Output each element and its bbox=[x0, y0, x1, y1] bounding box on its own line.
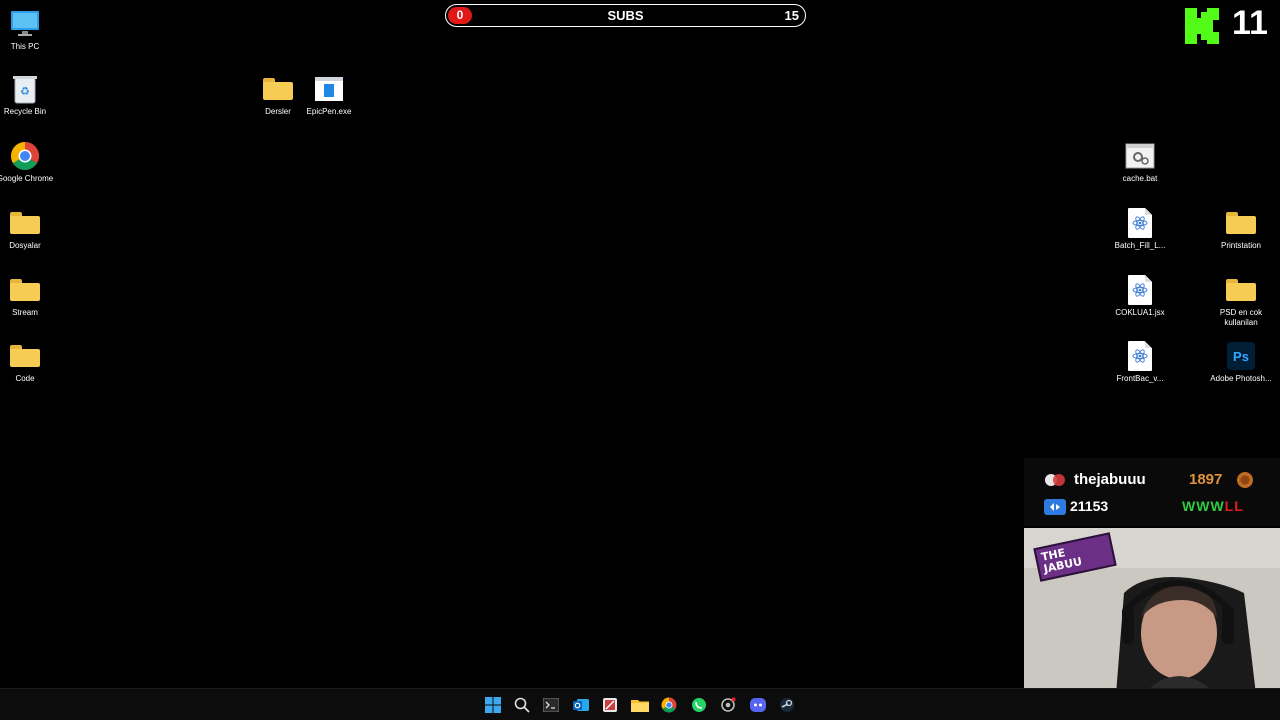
folder-icon bbox=[1225, 274, 1257, 306]
stream-stats-widget: thejabuuu 1897 21153 WWWLL bbox=[1024, 458, 1280, 526]
outlook-icon[interactable] bbox=[571, 695, 591, 715]
file-explorer-icon[interactable] bbox=[630, 695, 650, 715]
desktop-icon-label: cache.bat bbox=[1122, 174, 1158, 183]
avatar-icon bbox=[1045, 474, 1065, 486]
epicpen-icon bbox=[313, 73, 345, 105]
desktop-icon-stream[interactable]: Stream bbox=[0, 274, 58, 318]
desktop-icon-label: Printstation bbox=[1220, 241, 1262, 250]
desktop-icon-cache-bat[interactable]: cache.bat bbox=[1107, 140, 1173, 184]
stream-points: 1897 bbox=[1189, 471, 1223, 488]
script-file-icon bbox=[1124, 207, 1156, 239]
desktop-icon-label: PSD en cok kullanilan bbox=[1219, 308, 1263, 327]
desktop-icon-label: COKLUA1.jsx bbox=[1115, 308, 1165, 317]
photoshop-icon: Ps bbox=[1225, 340, 1257, 372]
desktop-icon-code[interactable]: Code bbox=[0, 340, 58, 384]
chrome-icon[interactable] bbox=[659, 695, 679, 715]
desktop-icon-label: Batch_Fill_L... bbox=[1114, 241, 1166, 250]
chrome-icon bbox=[9, 140, 41, 172]
batch-file-icon bbox=[1124, 140, 1156, 172]
desktop-icon-adobe-photoshop[interactable]: Ps Adobe Photosh... bbox=[1208, 340, 1274, 384]
folder-icon bbox=[9, 274, 41, 306]
desktop-icon-label: FrontBac_v... bbox=[1116, 374, 1164, 383]
desktop-icon-printstation[interactable]: Printstation bbox=[1208, 207, 1274, 251]
subs-goal-bar: 0 SUBS 15 bbox=[445, 4, 806, 27]
folder-icon bbox=[9, 340, 41, 372]
points-icon bbox=[1237, 472, 1253, 488]
desktop-icon-label: Google Chrome bbox=[0, 174, 54, 183]
loss-mark: L bbox=[1234, 498, 1244, 514]
search-icon[interactable] bbox=[512, 695, 532, 715]
folder-icon bbox=[9, 207, 41, 239]
discord-icon[interactable] bbox=[748, 695, 768, 715]
desktop-icon-label: Stream bbox=[12, 308, 38, 317]
stream-win-loss-record: WWWLL bbox=[1182, 498, 1244, 514]
desktop-icon-frontbac[interactable]: FrontBac_v... bbox=[1107, 340, 1173, 384]
folder-icon bbox=[262, 73, 294, 105]
terminal-icon[interactable] bbox=[541, 695, 561, 715]
desktop-icon-batch-fill[interactable]: Batch_Fill_L... bbox=[1107, 207, 1173, 251]
svg-text:Ps: Ps bbox=[1233, 349, 1249, 364]
svg-text:♻: ♻ bbox=[20, 85, 30, 98]
desktop-icon-psd-en-cok[interactable]: PSD en cok kullanilan bbox=[1208, 274, 1274, 328]
desktop-icon-this-pc[interactable]: This PC bbox=[0, 8, 58, 52]
stream-username: thejabuuu bbox=[1074, 471, 1146, 488]
desktop-icon-label: EpicPen.exe bbox=[306, 107, 352, 116]
desktop-icon-google-chrome[interactable]: Google Chrome bbox=[0, 140, 58, 184]
settings-icon[interactable] bbox=[718, 695, 738, 715]
win-mark: W bbox=[1182, 498, 1197, 514]
snipping-tool-icon[interactable] bbox=[600, 695, 620, 715]
desktop-icon-recycle-bin[interactable]: ♻ Recycle Bin bbox=[0, 73, 58, 117]
loss-mark: L bbox=[1224, 498, 1235, 514]
desktop-icon-label: This PC bbox=[10, 42, 40, 51]
subs-goal-value: 15 bbox=[784, 8, 799, 23]
steam-icon[interactable] bbox=[777, 695, 797, 715]
views-icon bbox=[1044, 499, 1066, 515]
win-mark: W bbox=[1196, 498, 1211, 514]
recycle-bin-icon: ♻ bbox=[9, 73, 41, 105]
taskbar bbox=[0, 688, 1280, 720]
kick-follower-count: 11 bbox=[1232, 4, 1268, 42]
desktop-icon-label: Dosyalar bbox=[9, 241, 41, 250]
desktop-icon-epicpen[interactable]: EpicPen.exe bbox=[296, 73, 362, 117]
windows-start-icon[interactable] bbox=[483, 695, 503, 715]
script-file-icon bbox=[1124, 340, 1156, 372]
stream-views: 21153 bbox=[1070, 498, 1109, 514]
desktop-icon-coklua1[interactable]: COKLUA1.jsx bbox=[1107, 274, 1173, 318]
kick-logo-icon bbox=[1185, 8, 1219, 44]
whatsapp-icon[interactable] bbox=[689, 695, 709, 715]
desktop-icon-dosyalar[interactable]: Dosyalar bbox=[0, 207, 58, 251]
desktop-icon-label: Adobe Photosh... bbox=[1210, 374, 1272, 383]
script-file-icon bbox=[1124, 274, 1156, 306]
desktop-icon-label: Recycle Bin bbox=[3, 107, 47, 116]
monitor-icon bbox=[9, 8, 41, 40]
win-mark: W bbox=[1210, 498, 1225, 514]
subs-title: SUBS bbox=[607, 8, 644, 23]
desktop-icon-label: Code bbox=[15, 374, 35, 383]
folder-icon bbox=[1225, 207, 1257, 239]
